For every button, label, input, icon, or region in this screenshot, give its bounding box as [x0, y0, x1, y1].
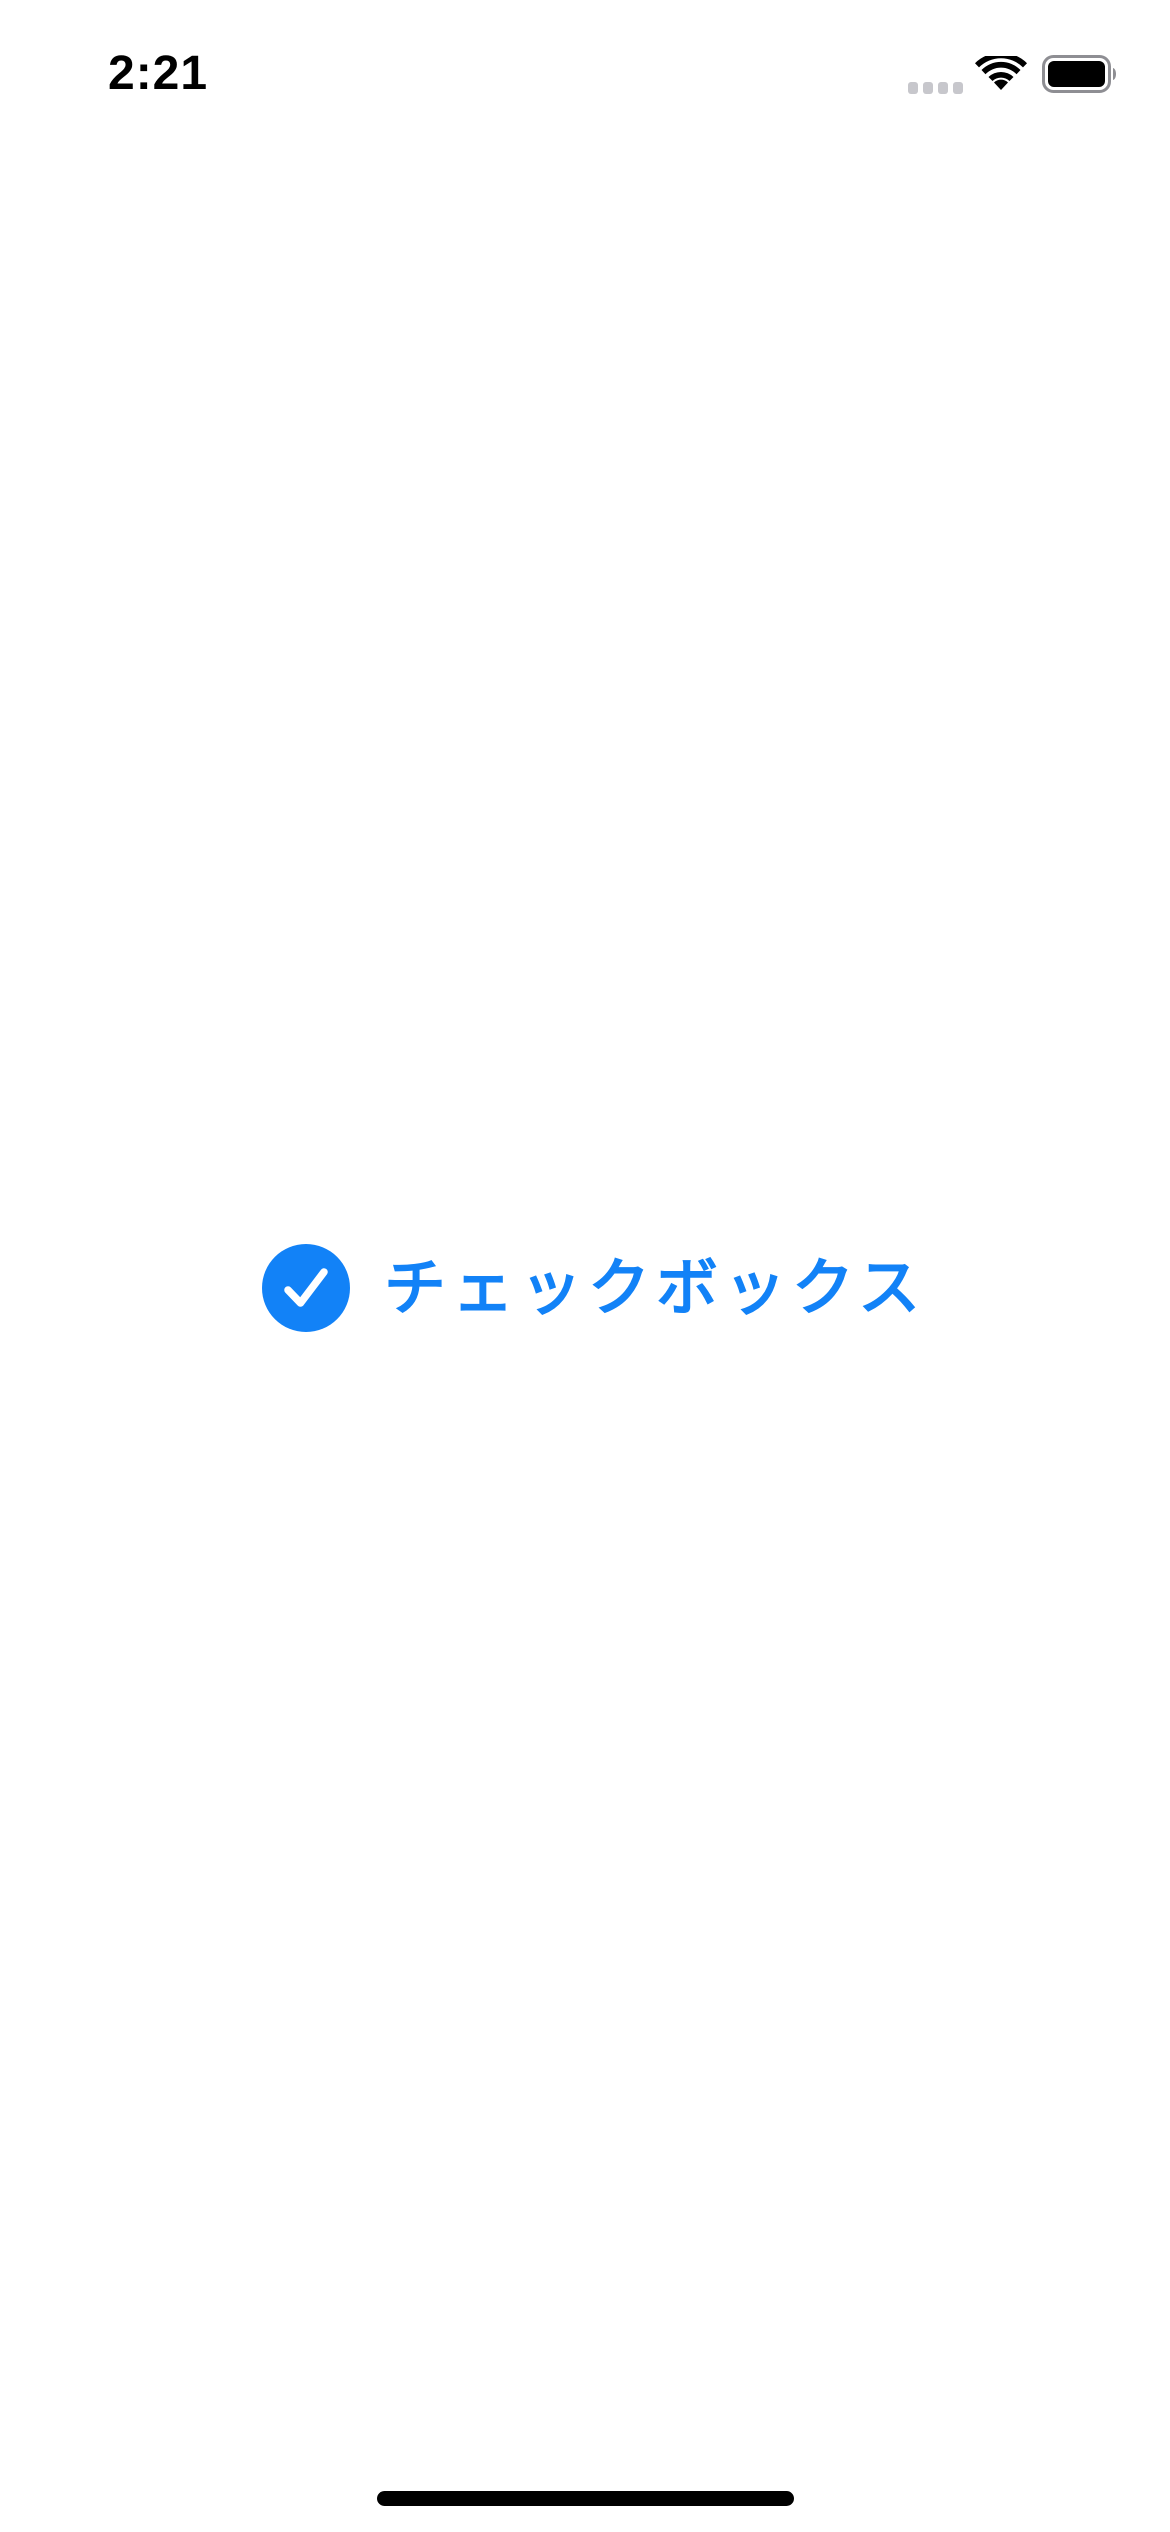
status-time: 2:21: [108, 47, 209, 100]
checkbox-label: チェックボックス: [384, 1251, 927, 1324]
home-indicator[interactable]: [377, 2491, 794, 2506]
cell-signal-icon: [908, 82, 963, 94]
status-bar: 2:21: [0, 0, 1170, 150]
checkbox[interactable]: チェックボックス: [262, 1243, 926, 1333]
wifi-icon: [975, 56, 1027, 90]
battery-icon: [1042, 55, 1116, 93]
checkmark-circle-icon: [262, 1244, 350, 1332]
